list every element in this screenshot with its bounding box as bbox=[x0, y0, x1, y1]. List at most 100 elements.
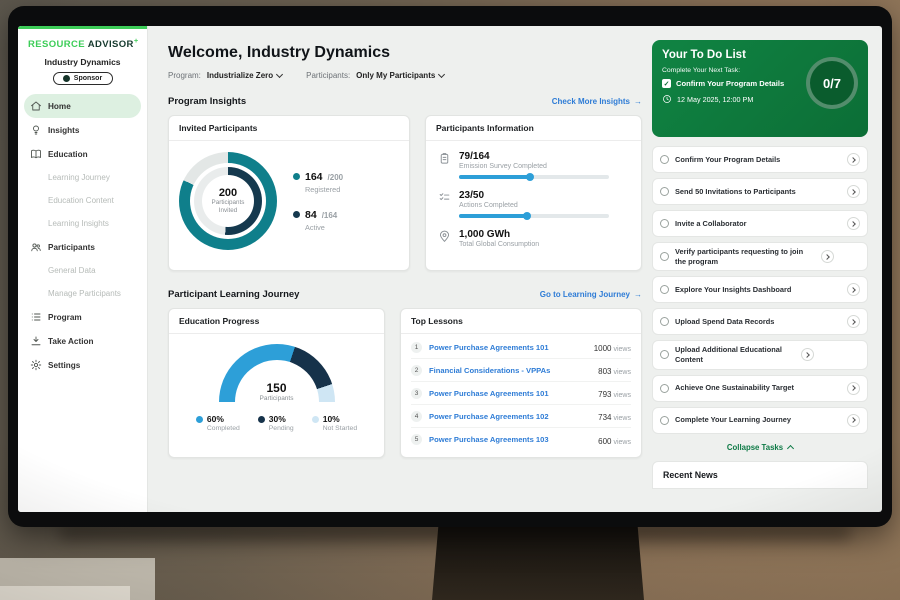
lesson-rank: 1 bbox=[411, 342, 422, 353]
go-to-learning-journey-link[interactable]: Go to Learning Journey bbox=[540, 290, 642, 299]
checkbox-icon[interactable] bbox=[660, 187, 669, 196]
chevron-right-icon[interactable] bbox=[847, 414, 860, 427]
section-title: Participant Learning Journey bbox=[168, 289, 299, 300]
lightbulb-icon bbox=[30, 124, 42, 136]
progress-bar bbox=[459, 175, 609, 179]
progress-bar bbox=[459, 214, 609, 218]
lesson-link[interactable]: Power Purchase Agreements 102 bbox=[429, 412, 591, 421]
task-row[interactable]: Complete Your Learning Journey bbox=[652, 407, 868, 434]
task-row[interactable]: Verify participants requesting to join t… bbox=[652, 242, 868, 271]
chevron-right-icon[interactable] bbox=[847, 185, 860, 198]
checkbox-icon[interactable] bbox=[662, 79, 671, 88]
checkbox-icon[interactable] bbox=[660, 317, 669, 326]
sponsor-badge[interactable]: Sponsor bbox=[53, 72, 113, 85]
gauge-legend: 60% Completed 30% Pending 10% Not Starte… bbox=[196, 414, 357, 432]
sidebar-item-education-content[interactable]: Education Content bbox=[18, 189, 147, 212]
task-label: Upload Additional Educational Content bbox=[675, 341, 795, 368]
chevron-right-icon[interactable] bbox=[847, 382, 860, 395]
checkbox-icon[interactable] bbox=[660, 252, 669, 261]
lessons-list: 1 Power Purchase Agreements 101 1000view… bbox=[401, 334, 641, 453]
sidebar-item-label: Program bbox=[48, 313, 82, 322]
sidebar-item-home[interactable]: Home bbox=[24, 94, 141, 118]
education-card-body: 150 Participants 60% Completed 30% Pendi… bbox=[169, 334, 384, 432]
sidebar-item-take-action[interactable]: Take Action bbox=[24, 329, 141, 353]
legend-label: Registered bbox=[305, 185, 343, 194]
sidebar-item-settings[interactable]: Settings bbox=[24, 353, 141, 377]
checkbox-icon[interactable] bbox=[660, 350, 669, 359]
participants-filter-select[interactable]: Only My Participants bbox=[356, 71, 444, 80]
chevron-right-icon[interactable] bbox=[847, 153, 860, 166]
collapse-tasks-button[interactable]: Collapse Tasks bbox=[652, 443, 868, 452]
stat-label: Actions Completed bbox=[459, 202, 609, 209]
lesson-row: 1 Power Purchase Agreements 101 1000view… bbox=[411, 336, 631, 359]
task-row[interactable]: Upload Additional Educational Content bbox=[652, 340, 868, 369]
task-row[interactable]: Upload Spend Data Records bbox=[652, 308, 868, 335]
task-row[interactable]: Send 50 Invitations to Participants bbox=[652, 178, 868, 205]
sidebar-item-program[interactable]: Program bbox=[24, 305, 141, 329]
journey-cards-row: Education Progress 150 Participants 60% bbox=[168, 308, 642, 458]
sidebar-item-label: Home bbox=[48, 102, 71, 111]
sidebar-item-education[interactable]: Education bbox=[24, 142, 141, 166]
program-filter-label: Program: bbox=[168, 71, 201, 80]
lesson-link[interactable]: Financial Considerations - VPPAs bbox=[429, 366, 591, 375]
task-label: Explore Your Insights Dashboard bbox=[675, 281, 841, 299]
stat-global-consumption: 1,000 GWh Total Global Consumption bbox=[438, 229, 629, 248]
chevron-right-icon[interactable] bbox=[847, 217, 860, 230]
lesson-link[interactable]: Power Purchase Agreements 101 bbox=[429, 389, 591, 398]
checkbox-icon[interactable] bbox=[660, 384, 669, 393]
legend-dot-pending bbox=[258, 416, 265, 423]
learning-journey-header: Participant Learning Journey Go to Learn… bbox=[168, 289, 642, 300]
lesson-row: 3 Power Purchase Agreements 101 793views bbox=[411, 382, 631, 405]
legend-value: 164 bbox=[305, 171, 323, 183]
dashboard-screen: RESOURCE ADVISOR+ Industry Dynamics Spon… bbox=[18, 26, 882, 512]
task-row[interactable]: Explore Your Insights Dashboard bbox=[652, 276, 868, 303]
checkbox-icon[interactable] bbox=[660, 219, 669, 228]
program-insights-header: Program Insights Check More Insights bbox=[168, 96, 642, 107]
sidebar-item-label: Education bbox=[48, 150, 88, 159]
task-row[interactable]: Achieve One Sustainability Target bbox=[652, 375, 868, 402]
views-label: views bbox=[613, 392, 631, 399]
sidebar-item-general-data[interactable]: General Data bbox=[18, 259, 147, 282]
gauge-center-value: 150 bbox=[219, 381, 335, 395]
education-progress-card: Education Progress 150 Participants 60% bbox=[168, 308, 385, 458]
stat-label: Emission Survey Completed bbox=[459, 163, 609, 170]
org-name: Industry Dynamics bbox=[18, 57, 147, 67]
checkbox-icon[interactable] bbox=[660, 285, 669, 294]
sidebar-item-learning-journey[interactable]: Learning Journey bbox=[18, 166, 147, 189]
link-label: Go to Learning Journey bbox=[540, 290, 630, 299]
todo-summary-card: Your To Do List Complete Your Next Task:… bbox=[652, 40, 868, 137]
todo-progress-badge: 0/7 bbox=[806, 57, 858, 109]
stat-emission-survey: 79/164 Emission Survey Completed bbox=[438, 151, 629, 179]
check-more-insights-link[interactable]: Check More Insights bbox=[552, 97, 642, 106]
lesson-views: 734 bbox=[598, 413, 611, 422]
lesson-link[interactable]: Power Purchase Agreements 101 bbox=[429, 343, 587, 352]
sidebar-item-insights[interactable]: Insights bbox=[24, 118, 141, 142]
views-label: views bbox=[613, 346, 631, 353]
stat-actions-completed: 23/50 Actions Completed bbox=[438, 190, 629, 218]
checkbox-icon[interactable] bbox=[660, 416, 669, 425]
legend-label: Completed bbox=[207, 425, 240, 432]
background-desk-edge bbox=[0, 586, 130, 600]
sidebar-item-participants[interactable]: Participants bbox=[24, 235, 141, 259]
chevron-right-icon[interactable] bbox=[821, 250, 834, 263]
chevron-right-icon[interactable] bbox=[801, 348, 814, 361]
sidebar-item-learning-insights[interactable]: Learning Insights bbox=[18, 212, 147, 235]
task-row[interactable]: Invite a Collaborator bbox=[652, 210, 868, 237]
program-filter-select[interactable]: Industrialize Zero bbox=[207, 71, 282, 80]
lesson-rank: 5 bbox=[411, 434, 422, 445]
stat-value: 23/50 bbox=[459, 190, 609, 201]
lesson-views: 793 bbox=[598, 390, 611, 399]
chevron-right-icon[interactable] bbox=[847, 315, 860, 328]
chevron-right-icon[interactable] bbox=[847, 283, 860, 296]
lesson-link[interactable]: Power Purchase Agreements 103 bbox=[429, 435, 591, 444]
sidebar-item-manage-participants[interactable]: Manage Participants bbox=[18, 282, 147, 305]
task-row[interactable]: Confirm Your Program Details bbox=[652, 146, 868, 173]
task-list: Confirm Your Program Details Send 50 Inv… bbox=[652, 146, 868, 434]
education-gauge-chart: 150 Participants bbox=[219, 344, 335, 402]
gear-icon bbox=[30, 359, 42, 371]
legend-dot-registered bbox=[293, 173, 300, 180]
checkbox-icon[interactable] bbox=[660, 155, 669, 164]
legend-value: 60% bbox=[207, 414, 224, 424]
chevron-down-icon bbox=[276, 71, 283, 78]
views-label: views bbox=[613, 439, 631, 446]
